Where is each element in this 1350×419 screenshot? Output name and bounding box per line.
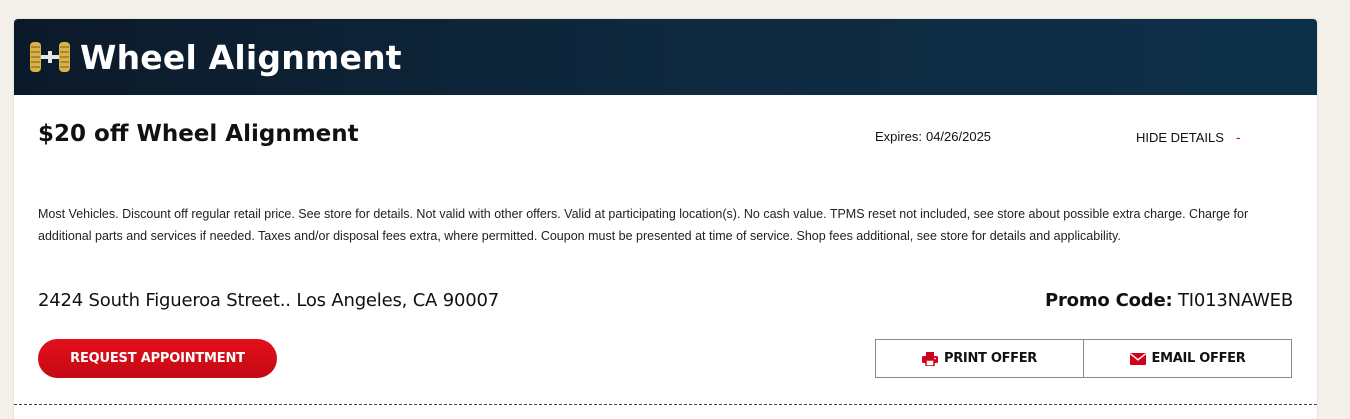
hide-details-label: HIDE DETAILS bbox=[1136, 129, 1224, 145]
promo-code-label: Promo Code: bbox=[1044, 290, 1173, 311]
offer-title: $20 off Wheel Alignment bbox=[38, 121, 359, 147]
request-appointment-button[interactable]: REQUEST APPOINTMENT bbox=[38, 339, 277, 378]
offer-card: Wheel Alignment $20 off Wheel Alignment … bbox=[14, 19, 1317, 419]
store-address: 2424 South Figueroa Street.. Los Angeles… bbox=[38, 290, 499, 311]
email-offer-button[interactable]: EMAIL OFFER bbox=[1083, 340, 1291, 377]
offer-actions: PRINT OFFER EMAIL OFFER bbox=[875, 339, 1292, 378]
envelope-icon bbox=[1129, 352, 1146, 365]
email-offer-label: EMAIL OFFER bbox=[1151, 351, 1246, 366]
page-title: Wheel Alignment bbox=[80, 37, 402, 77]
divider bbox=[14, 404, 1317, 405]
print-offer-button[interactable]: PRINT OFFER bbox=[876, 340, 1083, 377]
hide-details-toggle[interactable]: HIDE DETAILS - bbox=[1136, 129, 1241, 145]
printer-icon bbox=[921, 351, 938, 366]
offer-header: Wheel Alignment bbox=[14, 19, 1317, 95]
promo-code: Promo Code: TI013NAWEB bbox=[1045, 290, 1293, 311]
promo-code-value: TI013NAWEB bbox=[1178, 290, 1293, 311]
expires-date: 04/26/2025 bbox=[925, 129, 992, 144]
expiration-info: Expires: 04/26/2025 bbox=[875, 129, 991, 144]
expires-label: Expires: bbox=[875, 129, 922, 144]
wheel-alignment-icon bbox=[29, 39, 71, 75]
offer-disclaimer: Most Vehicles. Discount off regular reta… bbox=[38, 207, 1249, 244]
print-offer-label: PRINT OFFER bbox=[943, 351, 1038, 366]
minus-icon: - bbox=[1235, 129, 1241, 145]
